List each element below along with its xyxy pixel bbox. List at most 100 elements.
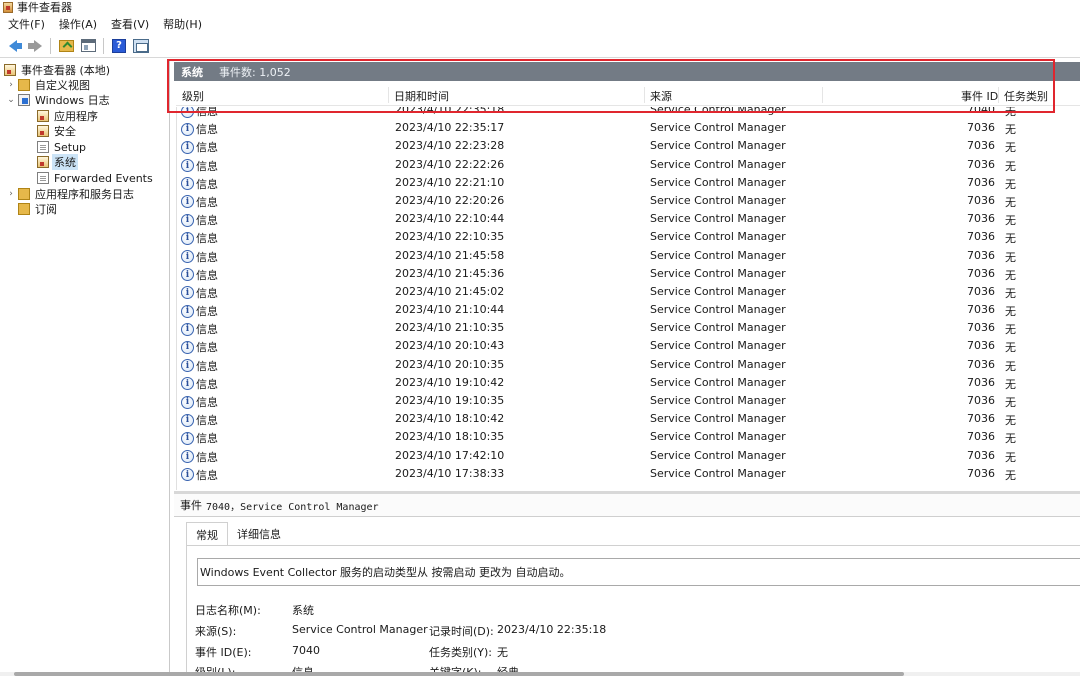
event-description[interactable]: Windows Event Collector 服务的启动类型从 按需启动 更改… bbox=[197, 558, 1080, 586]
event-id-cell: 7040 bbox=[967, 107, 995, 116]
task-cell: 无 bbox=[1005, 214, 1016, 228]
column-header-datetime[interactable]: 日期和时间 bbox=[394, 88, 449, 104]
source-value: Service Control Manager bbox=[292, 623, 428, 636]
scrollbar-thumb[interactable] bbox=[14, 672, 904, 676]
datetime-cell: 2023/4/10 19:10:35 bbox=[395, 394, 505, 407]
source-cell: Service Control Manager bbox=[650, 157, 786, 171]
task-cell: 无 bbox=[1005, 123, 1016, 137]
event-row[interactable]: i 信息 2023/4/10 21:10:44 Service Control Man… bbox=[177, 301, 1080, 319]
info-icon: i bbox=[181, 177, 194, 191]
event-list: i 信息 2023/4/10 22:35:18 Service Control Man… bbox=[176, 107, 1080, 490]
tree-item-windows-logs[interactable]: ⌄ Windows 日志 bbox=[6, 92, 112, 108]
event-row[interactable]: i 信息 2023/4/10 19:10:42 Service Control Man… bbox=[177, 374, 1080, 392]
windows-logs-icon bbox=[18, 94, 30, 106]
forward-button[interactable] bbox=[26, 37, 44, 55]
level-cell: i 信息 bbox=[181, 467, 218, 483]
event-row[interactable]: i 信息 2023/4/10 22:35:18 Service Control Man… bbox=[177, 107, 1080, 119]
level-text: 信息 bbox=[196, 141, 218, 155]
show-hide-tree-button[interactable] bbox=[79, 37, 97, 55]
show-action-pane-button[interactable] bbox=[132, 37, 150, 55]
column-divider[interactable] bbox=[644, 87, 645, 103]
info-icon: i bbox=[181, 107, 194, 118]
menu-view[interactable]: 查看(V) bbox=[111, 16, 149, 32]
info-icon: i bbox=[181, 268, 194, 282]
source-cell: Service Control Manager bbox=[650, 466, 786, 480]
level-cell: i 信息 bbox=[181, 176, 218, 192]
event-row[interactable]: i 信息 2023/4/10 22:10:44 Service Control Man… bbox=[177, 210, 1080, 228]
level-text: 信息 bbox=[196, 232, 218, 246]
event-row[interactable]: i 信息 2023/4/10 17:42:10 Service Control Man… bbox=[177, 447, 1080, 465]
console-tree: 事件查看器 (本地) › 自定义视图 ⌄ Windows 日志 应用程序 安全 … bbox=[0, 60, 170, 672]
toolbar-separator bbox=[103, 37, 104, 54]
level-cell: i 信息 bbox=[181, 339, 218, 355]
chevron-right-icon[interactable]: › bbox=[6, 189, 16, 199]
tree-item-custom-views[interactable]: › 自定义视图 bbox=[6, 77, 92, 93]
event-row[interactable]: i 信息 2023/4/10 18:10:42 Service Control Man… bbox=[177, 410, 1080, 428]
event-row[interactable]: i 信息 2023/4/10 21:45:36 Service Control Man… bbox=[177, 265, 1080, 283]
column-divider[interactable] bbox=[822, 87, 823, 103]
console-tree-icon bbox=[80, 39, 96, 52]
help-button[interactable]: ? bbox=[110, 37, 128, 55]
level-text: 信息 bbox=[196, 359, 218, 373]
up-level-button[interactable] bbox=[57, 37, 75, 55]
column-header-event-id[interactable]: 事件 ID bbox=[961, 88, 998, 104]
source-cell: Service Control Manager bbox=[650, 107, 786, 116]
event-id-cell: 7036 bbox=[967, 394, 995, 407]
event-row[interactable]: i 信息 2023/4/10 20:10:35 Service Control Man… bbox=[177, 356, 1080, 374]
chevron-right-icon[interactable]: › bbox=[6, 80, 16, 90]
event-row[interactable]: i 信息 2023/4/10 18:10:35 Service Control Man… bbox=[177, 428, 1080, 446]
tree-item-application[interactable]: 应用程序 bbox=[37, 108, 100, 124]
info-icon: i bbox=[181, 450, 194, 464]
event-row[interactable]: i 信息 2023/4/10 22:22:26 Service Control Man… bbox=[177, 156, 1080, 174]
task-cell: 无 bbox=[1005, 341, 1016, 355]
info-icon: i bbox=[181, 286, 194, 300]
event-row[interactable]: i 信息 2023/4/10 22:35:17 Service Control Man… bbox=[177, 119, 1080, 137]
tab-general[interactable]: 常规 bbox=[186, 522, 228, 546]
tree-item-system[interactable]: 系统 bbox=[37, 154, 78, 170]
column-divider[interactable] bbox=[998, 87, 999, 103]
column-divider[interactable] bbox=[388, 87, 389, 103]
tree-label-system: 系统 bbox=[52, 154, 78, 170]
info-icon: i bbox=[181, 250, 194, 263]
menu-help[interactable]: 帮助(H) bbox=[163, 16, 202, 32]
log-icon bbox=[37, 125, 49, 137]
tree-item-security[interactable]: 安全 bbox=[37, 123, 78, 139]
tab-details[interactable]: 详细信息 bbox=[228, 522, 290, 546]
info-icon: i bbox=[181, 468, 194, 482]
tree-item-setup[interactable]: Setup bbox=[37, 139, 88, 155]
event-row[interactable]: i 信息 2023/4/10 22:10:35 Service Control Man… bbox=[177, 228, 1080, 246]
back-button[interactable] bbox=[4, 37, 22, 55]
event-row[interactable]: i 信息 2023/4/10 19:10:35 Service Control Man… bbox=[177, 392, 1080, 410]
menu-action[interactable]: 操作(A) bbox=[59, 16, 97, 32]
event-id-cell: 7036 bbox=[967, 266, 995, 280]
info-icon: i bbox=[181, 359, 194, 373]
column-header-level[interactable]: 级别 bbox=[182, 88, 204, 104]
level-text: 信息 bbox=[196, 414, 218, 428]
source-cell: Service Control Manager bbox=[650, 375, 786, 389]
event-row[interactable]: i 信息 2023/4/10 21:10:35 Service Control Man… bbox=[177, 319, 1080, 337]
event-row[interactable]: i 信息 2023/4/10 22:21:10 Service Control Man… bbox=[177, 174, 1080, 192]
info-icon: i bbox=[181, 322, 194, 336]
datetime-cell: 2023/4/10 22:21:10 bbox=[395, 175, 505, 189]
event-row[interactable]: i 信息 2023/4/10 20:10:43 Service Control Man… bbox=[177, 337, 1080, 355]
source-cell: Service Control Manager bbox=[650, 357, 786, 371]
task-cell: 无 bbox=[1005, 305, 1016, 319]
chevron-down-icon[interactable]: ⌄ bbox=[6, 95, 16, 105]
column-header-source[interactable]: 来源 bbox=[650, 88, 672, 104]
horizontal-scrollbar[interactable] bbox=[0, 672, 1080, 676]
event-row[interactable]: i 信息 2023/4/10 21:45:02 Service Control Man… bbox=[177, 283, 1080, 301]
tree-item-subscriptions[interactable]: 订阅 bbox=[18, 201, 59, 217]
event-row[interactable]: i 信息 2023/4/10 22:20:26 Service Control Man… bbox=[177, 192, 1080, 210]
event-row[interactable]: i 信息 2023/4/10 21:45:58 Service Control Man… bbox=[177, 247, 1080, 265]
column-header-task[interactable]: 任务类别 bbox=[1004, 88, 1048, 104]
event-row[interactable]: i 信息 2023/4/10 17:38:33 Service Control Man… bbox=[177, 465, 1080, 483]
event-row[interactable]: i 信息 2023/4/10 22:23:28 Service Control Man… bbox=[177, 137, 1080, 155]
info-icon: i bbox=[181, 213, 194, 227]
menu-file[interactable]: 文件(F) bbox=[8, 16, 45, 32]
tree-item-app-service-logs[interactable]: › 应用程序和服务日志 bbox=[6, 186, 136, 202]
datetime-cell: 2023/4/10 22:35:17 bbox=[395, 121, 505, 135]
source-cell: Service Control Manager bbox=[650, 230, 786, 244]
level-text: 信息 bbox=[196, 107, 218, 118]
tree-item-forwarded-events[interactable]: Forwarded Events bbox=[37, 170, 155, 186]
tree-item-root[interactable]: 事件查看器 (本地) bbox=[4, 62, 112, 78]
